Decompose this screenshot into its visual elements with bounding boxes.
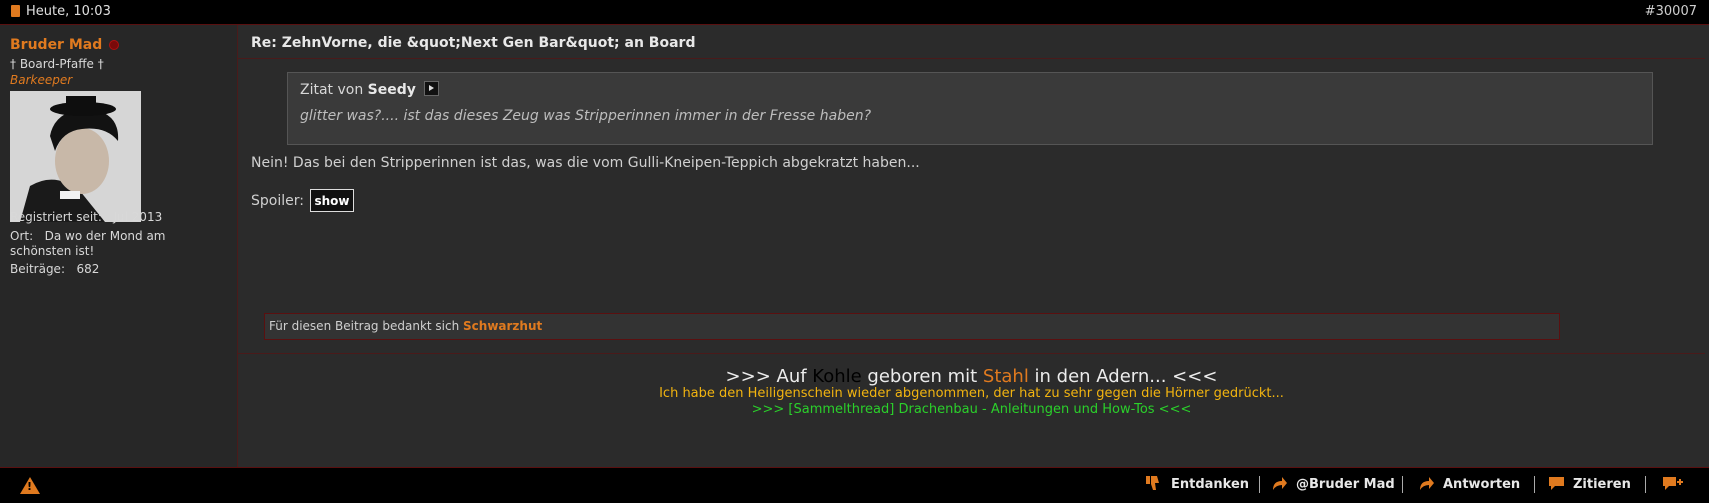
registered-info: Registriert seit: Jul 2013 <box>10 210 162 225</box>
thanks-line: Für diesen Beitrag bedankt sich Schwarzh… <box>269 319 542 333</box>
avatar-portrait-image <box>10 91 141 222</box>
quote-block: Zitat von Seedy glitter was?.... ist das… <box>287 72 1653 145</box>
post-body: Nein! Das bei den Stripperinnen ist das,… <box>251 155 920 171</box>
document-icon <box>11 5 20 17</box>
reply-button[interactable]: Antworten <box>1443 477 1520 492</box>
username-link[interactable]: Bruder Mad <box>10 37 102 53</box>
spoiler-show-button[interactable]: show <box>310 189 354 212</box>
thanks-box: Für diesen Beitrag bedankt sich Schwarzh… <box>264 313 1560 340</box>
post-header-bar: Heute, 10:03 #30007 <box>0 0 1709 25</box>
user-rank: Barkeeper <box>10 73 73 87</box>
signature-divider <box>238 353 1705 354</box>
mention-button[interactable]: @Bruder Mad <box>1296 477 1395 492</box>
signature-text-e: in den Adern... <<< <box>1028 366 1218 387</box>
quote-header: Zitat von Seedy <box>300 81 440 98</box>
quote-text: glitter was?.... ist das dieses Zeug was… <box>300 108 871 124</box>
thanks-text: Für diesen Beitrag bedankt sich <box>269 319 460 333</box>
action-separator <box>1534 476 1535 493</box>
signature-text-stahl: Stahl <box>982 366 1029 387</box>
action-separator <box>1402 476 1403 493</box>
spoiler-label: Spoiler: <box>251 193 304 209</box>
signature-text-kohle: Kohle <box>812 366 862 387</box>
mention-arrow-icon <box>1273 477 1287 490</box>
avatar[interactable] <box>10 91 141 222</box>
offline-status-icon <box>109 40 119 50</box>
signature-line-2: Ich habe den Heiligenschein wieder abgen… <box>659 386 1284 401</box>
post-date: Heute, 10:03 <box>26 4 111 19</box>
unthank-button[interactable]: Entdanken <box>1171 477 1249 492</box>
location-value: Da wo der Mond am schönsten ist! <box>10 229 166 258</box>
quote-author: Seedy <box>367 82 416 98</box>
multi-quote-add-icon[interactable] <box>1662 475 1684 492</box>
posts-label: Beiträge: <box>10 262 65 276</box>
post-number-link[interactable]: #30007 <box>1645 4 1697 19</box>
registered-label: Registriert seit: <box>10 210 102 224</box>
posts-info: Beiträge: 682 <box>10 262 99 277</box>
location-info: Ort: Da wo der Mond am schönsten ist! <box>10 229 210 259</box>
posts-value: 682 <box>76 262 100 276</box>
reply-arrow-icon <box>1420 477 1434 490</box>
action-separator <box>1645 476 1646 493</box>
thumbs-down-icon <box>1146 476 1159 490</box>
post-title: Re: ZehnVorne, die &quot;Next Gen Bar&qu… <box>251 35 696 51</box>
quote-prefix: Zitat von <box>300 82 364 98</box>
signature-thread-link[interactable]: >>> [Sammelthread] Drachenbau - Anleitun… <box>238 402 1705 417</box>
quote-button[interactable]: Zitieren <box>1573 477 1631 492</box>
go-to-quoted-post-icon[interactable] <box>424 81 440 96</box>
quote-bubble-icon <box>1549 477 1564 490</box>
thanks-user-link[interactable]: Schwarzhut <box>463 319 542 333</box>
title-divider <box>238 58 1705 59</box>
report-warning-icon[interactable] <box>20 477 40 494</box>
signature-text-c: geboren mit <box>861 366 983 387</box>
post-content: Re: ZehnVorne, die &quot;Next Gen Bar&qu… <box>238 25 1707 467</box>
signature-line-1: >>> Auf Kohle geboren mit Stahl in den A… <box>238 366 1705 387</box>
registered-value: Jul 2013 <box>113 210 163 224</box>
user-title: † Board-Pfaffe † <box>10 57 104 71</box>
user-sidebar: Bruder Mad † Board-Pfaffe † Barkeeper Re… <box>0 25 238 467</box>
action-separator <box>1259 476 1260 493</box>
post-action-bar: Entdanken @Bruder Mad Antworten Zitieren <box>0 467 1709 503</box>
location-label: Ort: <box>10 229 34 243</box>
signature-text-a: >>> Auf <box>725 366 813 387</box>
